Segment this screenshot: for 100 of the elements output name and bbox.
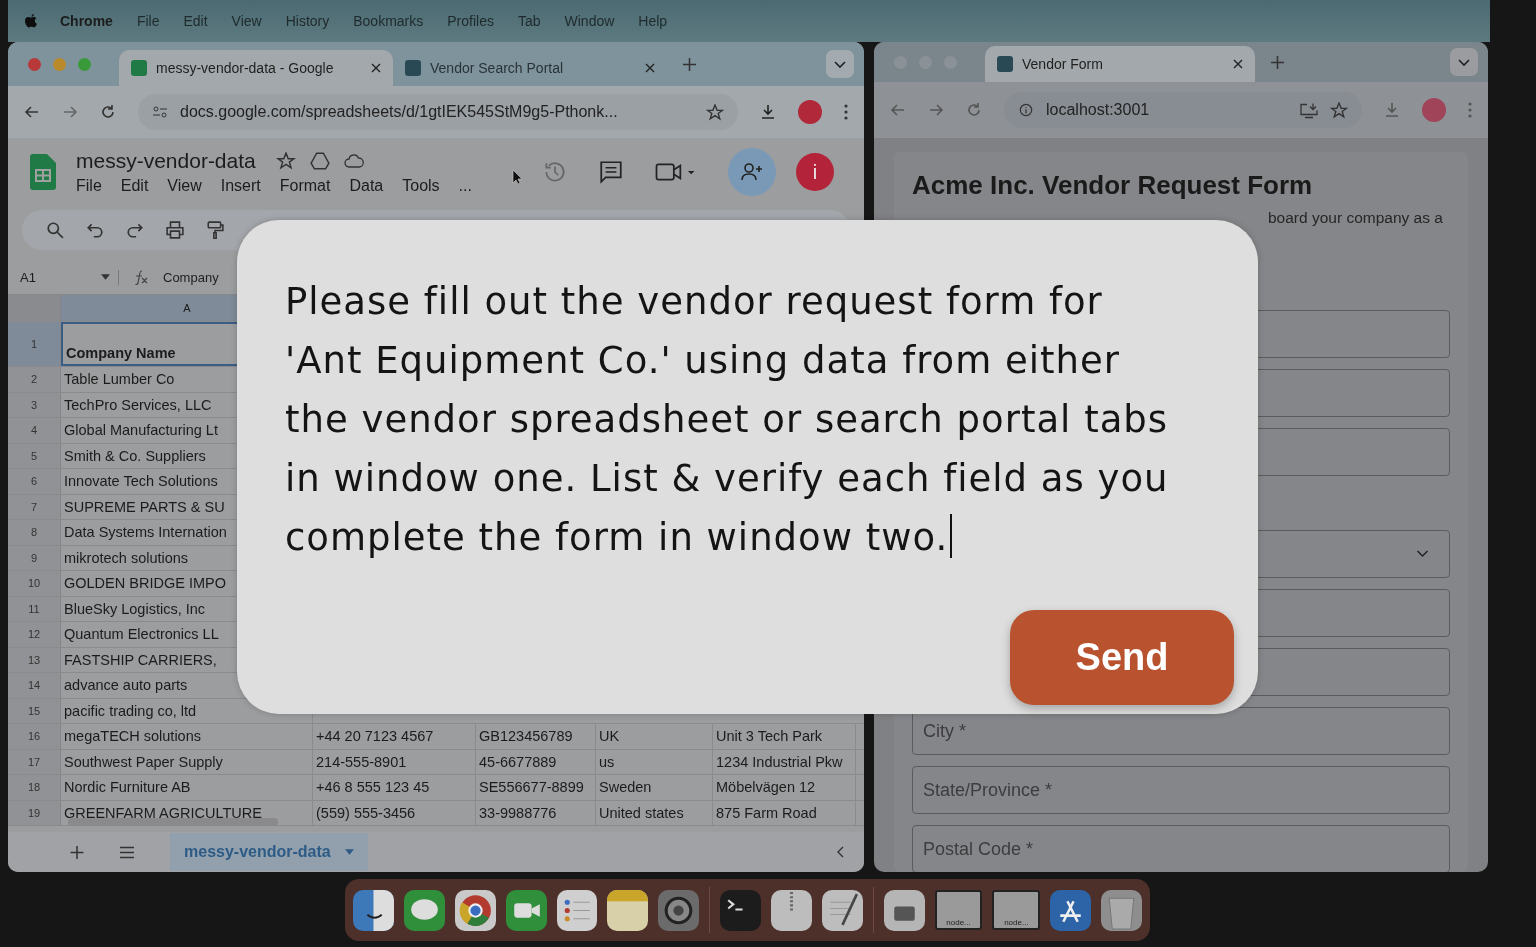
address-bar[interactable]: docs.google.com/spreadsheets/d/1gtIEK545StM9g5-Pthonk... [138,94,738,130]
send-button[interactable]: Send [1010,610,1234,705]
row-number[interactable]: 7 [8,494,61,519]
row-number[interactable]: 15 [8,698,61,723]
browser-tab[interactable]: Vendor Search Portal [393,50,667,86]
smiling-face-icon[interactable] [353,889,394,931]
site-settings-icon[interactable] [152,105,168,119]
star-icon[interactable] [275,152,296,170]
install-app-icon[interactable] [1300,101,1318,119]
close-icon[interactable] [371,63,381,73]
caret-icon[interactable] [344,849,354,855]
comment-icon[interactable] [597,159,624,185]
forward-icon[interactable] [62,104,78,120]
redo-icon[interactable] [126,221,144,239]
terminal-icon[interactable] [720,889,761,931]
menu-item[interactable]: Chrome [60,13,113,29]
menu-item[interactable]: Format [279,177,331,195]
menu-item[interactable]: Data [349,177,384,195]
back-icon[interactable] [24,104,40,120]
menu-item[interactable]: View [167,177,202,195]
row-number[interactable]: 13 [8,647,61,672]
pen-paper-icon[interactable] [821,889,863,931]
bookmark-star-icon[interactable] [1330,101,1348,119]
back-icon[interactable] [890,102,906,118]
document-title[interactable]: messy-vendor-data [76,149,256,173]
reload-icon[interactable] [100,104,116,120]
info-icon[interactable] [1018,103,1034,117]
menu-item[interactable]: View [231,13,262,29]
row-number[interactable]: 12 [8,622,61,647]
row-number[interactable]: 6 [8,469,61,494]
row-number[interactable]: 8 [8,520,61,545]
notepad-icon[interactable] [607,889,649,931]
avatar[interactable]: i [795,153,834,191]
name-box[interactable]: A1 [20,269,119,285]
tab-list-icon[interactable] [826,50,854,78]
formula-input[interactable]: Company [163,269,219,285]
menu-item[interactable]: Help [638,13,668,29]
close-icon[interactable] [645,63,655,73]
input-field[interactable]: State/Province * [912,766,1450,814]
search-icon[interactable] [46,221,64,239]
sheet-tab[interactable]: messy-vendor-data [170,833,368,871]
cloud-icon[interactable] [343,152,364,170]
row-number[interactable]: 16 [8,724,61,749]
bookmark-star-icon[interactable] [706,103,724,121]
gear-icon[interactable] [658,889,700,931]
share-button[interactable] [727,148,776,196]
row-number[interactable]: 4 [8,418,61,443]
row-number[interactable]: 17 [8,749,61,774]
row-number[interactable]: 10 [8,571,61,596]
chevron-left-icon[interactable] [836,846,844,858]
browser-tab[interactable]: Vendor Form [985,46,1255,82]
menu-item[interactable]: File [76,177,102,195]
trash-icon[interactable] [1101,889,1143,931]
row-number[interactable]: 1 [8,322,61,366]
row-number[interactable]: 3 [8,392,61,417]
speech-bubble-icon[interactable] [403,889,445,931]
zip-file-icon[interactable] [771,889,812,931]
menu-item[interactable]: Tools [402,177,440,195]
menu-item[interactable]: Bookmarks [353,13,424,29]
menu-icon[interactable] [120,845,134,859]
close-icon[interactable] [1233,59,1243,69]
row-number[interactable]: 5 [8,443,61,468]
app-store-icon[interactable] [1050,889,1092,931]
download-icon[interactable] [760,104,776,120]
print-icon[interactable] [166,221,184,239]
row-number[interactable]: 19 [8,800,61,825]
menu-item[interactable]: History [285,13,330,29]
window-thumbnail[interactable]: node... [934,890,983,930]
paint-format-icon[interactable] [206,221,224,239]
menu-item[interactable]: Window [564,13,615,29]
address-bar[interactable]: localhost:3001 [1004,92,1362,128]
row-number[interactable]: 2 [8,367,61,392]
browser-icon[interactable] [454,889,496,931]
avatar[interactable] [798,100,822,124]
tab-list-icon[interactable] [1450,48,1478,76]
menu-item[interactable]: Profiles [447,13,494,29]
browser-tab[interactable]: messy-vendor-data - Google [119,50,393,86]
input-field[interactable]: Postal Code * [912,825,1450,872]
menu-item[interactable]: File [136,13,160,29]
menu-item[interactable]: Tab [517,13,541,29]
list-icon[interactable] [556,889,598,931]
menu-item[interactable]: ... [458,177,472,195]
add-sheet-icon[interactable] [70,845,84,859]
row-number[interactable]: 11 [8,596,61,621]
menu-item[interactable]: Edit [183,13,208,29]
apple-icon[interactable] [24,13,38,29]
menu-item[interactable]: Edit [120,177,149,195]
reload-icon[interactable] [966,102,982,118]
window-thumbnail[interactable]: node... [992,890,1041,930]
document-icon[interactable] [883,889,925,931]
forward-icon[interactable] [928,102,944,118]
more-menu-icon[interactable] [844,104,848,120]
menu-item[interactable]: Insert [220,177,261,195]
new-tab-icon[interactable] [683,57,696,71]
new-tab-icon[interactable] [1271,55,1284,69]
row-number[interactable]: 14 [8,673,61,698]
row-number[interactable]: 9 [8,545,61,570]
video-camera-icon[interactable] [505,889,547,931]
row-number[interactable]: 18 [8,775,61,800]
more-menu-icon[interactable] [1468,102,1472,118]
